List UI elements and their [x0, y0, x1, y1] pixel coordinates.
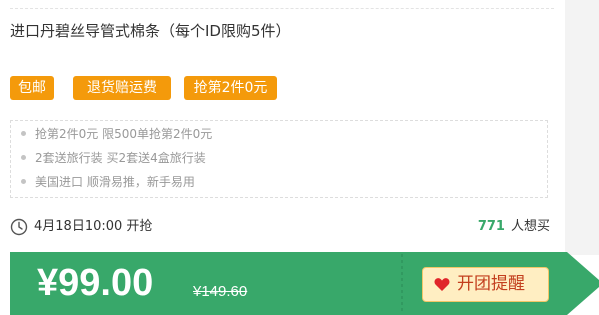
bullet-dot: [21, 155, 26, 160]
remind-button-label: 开团提醒: [457, 274, 525, 294]
sale-start-time: 4月18日10:00 开抢: [34, 219, 153, 234]
want-label: 人想买: [510, 219, 550, 234]
side-panel-edge: [565, 0, 599, 255]
feature-text: 抢第2件0元 限500单抢第2件0元: [35, 127, 213, 141]
badge-return-shipping: 退货赔运费: [73, 76, 171, 100]
original-price: ¥149.60: [193, 283, 248, 300]
feature-text: 美国进口 顺滑易推，新手易用: [35, 175, 195, 189]
badge-free-shipping: 包邮: [10, 76, 54, 100]
feature-item: 2套送旅行装 买2套送4盒旅行装: [21, 149, 206, 167]
bullet-dot: [21, 131, 26, 136]
feature-text: 2套送旅行装 买2套送4盒旅行装: [35, 151, 206, 165]
clock-icon: [10, 218, 28, 236]
price-bar: ¥99.00 ¥149.60 开团提醒: [10, 252, 599, 315]
remind-button[interactable]: 开团提醒: [422, 267, 549, 302]
want-count: 771: [477, 219, 505, 234]
feature-item: 抢第2件0元 限500单抢第2件0元: [21, 125, 212, 143]
sale-meta: 4月18日10:00 开抢 771 人想买: [10, 216, 550, 238]
feature-item: 美国进口 顺滑易推，新手易用: [21, 173, 195, 191]
bullet-dot: [21, 179, 26, 184]
product-title: 进口丹碧丝导管式棉条（每个ID限购5件）: [10, 22, 291, 40]
heart-icon: [434, 278, 450, 291]
feature-list: 抢第2件0元 限500单抢第2件0元 2套送旅行装 买2套送4盒旅行装 美国进口…: [10, 120, 548, 198]
top-divider: [10, 8, 554, 9]
current-price: ¥99.00: [37, 262, 154, 304]
want-to-buy: 771 人想买: [478, 216, 550, 238]
badge-second-free: 抢第2件0元: [184, 76, 277, 100]
